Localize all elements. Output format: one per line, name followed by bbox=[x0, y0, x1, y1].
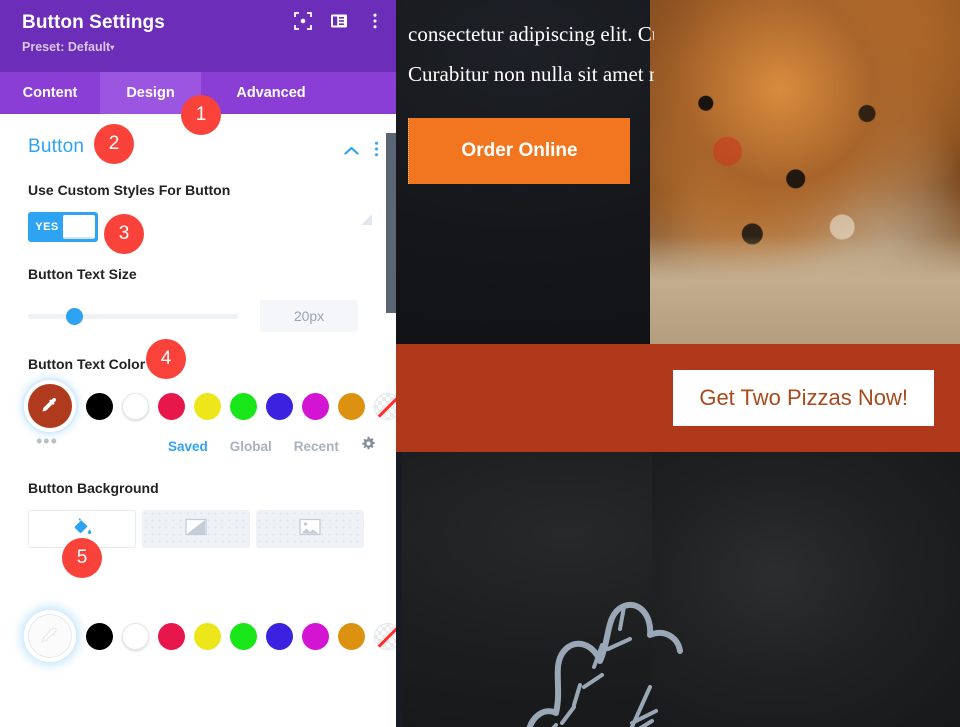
swatch-black[interactable] bbox=[86, 392, 113, 420]
annotation-badge-2: 2 bbox=[94, 124, 134, 164]
field-button-text-color: Button Text Color ••• Saved Global Recen… bbox=[0, 354, 396, 456]
toggle-knob bbox=[63, 215, 95, 239]
swatch-orange[interactable] bbox=[338, 392, 365, 420]
swatch-yellow[interactable] bbox=[194, 392, 221, 420]
annotation-badge-1: 1 bbox=[181, 95, 221, 135]
footer-left-edge bbox=[396, 452, 402, 727]
section-header-icons bbox=[344, 141, 379, 162]
palette-tab-saved[interactable]: Saved bbox=[168, 439, 208, 454]
button-text-size-label: Button Text Size bbox=[28, 266, 137, 282]
section-title[interactable]: Button bbox=[28, 136, 84, 158]
chevron-down-icon: ▾ bbox=[110, 43, 115, 52]
background-tab-gradient[interactable] bbox=[142, 510, 250, 548]
annotation-badge-5: 5 bbox=[62, 538, 102, 578]
background-tab-image[interactable] bbox=[256, 510, 364, 548]
swatch-magenta[interactable] bbox=[302, 392, 329, 420]
preset-label: Preset: Default bbox=[22, 40, 111, 54]
more-vertical-icon[interactable] bbox=[366, 12, 384, 30]
panel-body: Button Use Custom Styles For Button YES … bbox=[0, 114, 396, 727]
chevron-up-icon[interactable] bbox=[344, 143, 359, 161]
swatch-crimson[interactable] bbox=[158, 392, 185, 420]
gear-icon[interactable] bbox=[361, 436, 376, 456]
image-icon bbox=[299, 518, 321, 541]
swatch-blue[interactable] bbox=[266, 392, 293, 420]
get-two-pizzas-button[interactable]: Get Two Pizzas Now! bbox=[673, 370, 934, 426]
field-background-color bbox=[0, 614, 396, 658]
panel-header-icons bbox=[294, 12, 384, 30]
resize-corner-handle[interactable] bbox=[361, 214, 372, 225]
panel-scrollbar[interactable] bbox=[386, 133, 396, 313]
screen: Button Settings Preset: Default▾ Content… bbox=[0, 0, 960, 727]
bg-swatch-yellow[interactable] bbox=[194, 622, 221, 650]
cta-band: Get Two Pizzas Now! bbox=[396, 344, 960, 452]
field-use-custom-styles: Use Custom Styles For Button YES bbox=[0, 180, 396, 242]
annotation-badge-3: 3 bbox=[104, 214, 144, 254]
field-button-text-size: Button Text Size 20px bbox=[0, 264, 396, 332]
hero-content: consectetur adipiscing elit. Curab Curab… bbox=[396, 0, 654, 344]
panel-header: Button Settings Preset: Default▾ bbox=[0, 0, 396, 72]
text-size-input[interactable]: 20px bbox=[260, 300, 358, 332]
annotation-badge-4: 4 bbox=[146, 339, 186, 379]
swatch-green[interactable] bbox=[230, 392, 257, 420]
button-text-color-label: Button Text Color bbox=[28, 356, 146, 372]
use-custom-styles-toggle[interactable]: YES bbox=[28, 212, 98, 242]
button-background-label: Button Background bbox=[28, 480, 159, 496]
tab-content[interactable]: Content bbox=[0, 72, 100, 114]
swatch-none[interactable] bbox=[374, 392, 396, 420]
background-color-eyedropper-button[interactable] bbox=[28, 614, 72, 658]
text-size-slider-handle[interactable] bbox=[66, 307, 83, 325]
text-color-eyedropper-button[interactable] bbox=[28, 384, 72, 428]
text-color-palette-tabs: Saved Global Recent bbox=[28, 436, 375, 456]
order-online-button[interactable]: Order Online bbox=[408, 118, 630, 184]
field-button-background: Button Background bbox=[0, 214, 396, 548]
palette-tab-recent[interactable]: Recent bbox=[294, 439, 339, 454]
bg-swatch-crimson[interactable] bbox=[158, 622, 185, 650]
layout-panel-icon[interactable] bbox=[330, 12, 348, 30]
hero-paragraph-line-2: Curabitur non nulla sit amet nisl bbox=[408, 62, 654, 86]
gradient-icon bbox=[185, 518, 207, 541]
background-color-swatches bbox=[28, 614, 396, 658]
toggle-value: YES bbox=[35, 221, 59, 233]
use-custom-styles-label: Use Custom Styles For Button bbox=[28, 182, 231, 198]
page-preview: consectetur adipiscing elit. Curab Curab… bbox=[396, 0, 960, 727]
button-text-size-control: 20px bbox=[28, 300, 368, 332]
bg-swatch-white[interactable] bbox=[122, 622, 149, 650]
palette-tab-global[interactable]: Global bbox=[230, 439, 272, 454]
tab-advanced[interactable]: Advanced bbox=[201, 72, 341, 114]
bg-swatch-orange[interactable] bbox=[338, 622, 365, 650]
bg-swatch-none[interactable] bbox=[374, 622, 396, 650]
pizza-photo bbox=[650, 0, 960, 344]
bg-swatch-green[interactable] bbox=[230, 622, 257, 650]
bg-swatch-blue[interactable] bbox=[266, 622, 293, 650]
text-color-swatches bbox=[28, 384, 396, 428]
focus-icon[interactable] bbox=[294, 12, 312, 30]
oak-leaf-illustration bbox=[444, 537, 744, 727]
section-more-vertical-icon[interactable] bbox=[374, 141, 379, 162]
text-size-slider[interactable] bbox=[28, 307, 238, 325]
hero-section: consectetur adipiscing elit. Curab Curab… bbox=[396, 0, 960, 344]
footer-section bbox=[396, 452, 960, 727]
swatch-white[interactable] bbox=[122, 392, 149, 420]
hero-paragraph-line-1: consectetur adipiscing elit. Curab bbox=[408, 22, 654, 46]
bg-swatch-magenta[interactable] bbox=[302, 622, 329, 650]
preset-selector[interactable]: Preset: Default▾ bbox=[22, 40, 380, 56]
bg-swatch-black[interactable] bbox=[86, 622, 113, 650]
